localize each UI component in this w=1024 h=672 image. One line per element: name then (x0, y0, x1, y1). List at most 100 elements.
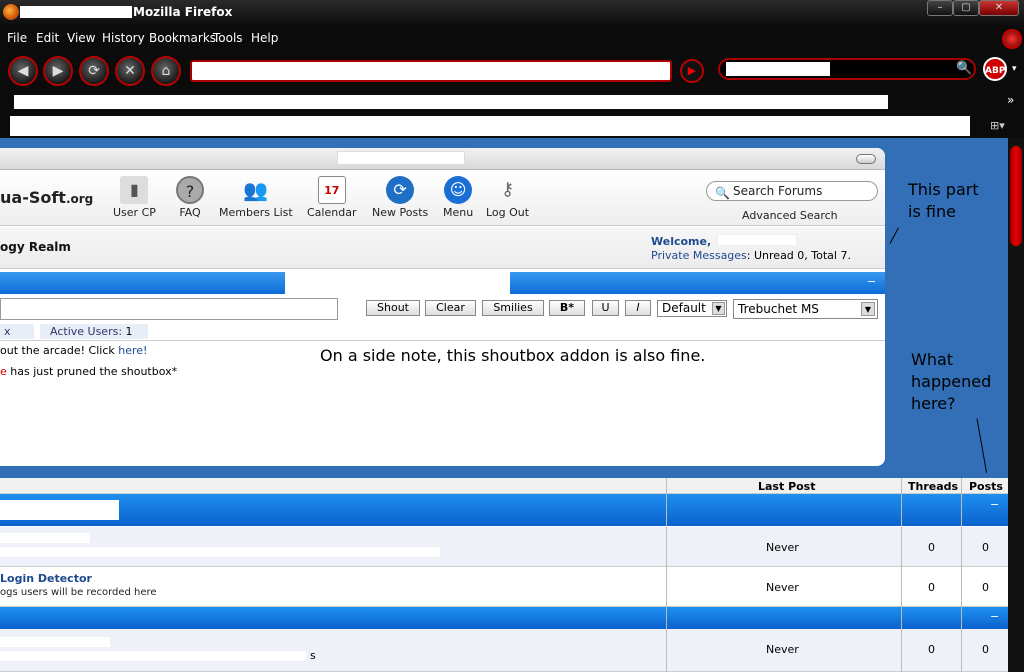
redacted-forum-desc (0, 651, 306, 661)
underline-button[interactable]: U (592, 300, 619, 316)
smilies-button[interactable]: Smilies (482, 300, 544, 316)
table-header (0, 478, 1008, 494)
table-row[interactable]: s (0, 629, 1008, 672)
forum-search-input[interactable]: 🔍 Search Forums (706, 181, 878, 201)
clear-button[interactable]: Clear (425, 300, 476, 316)
nav-user-cp[interactable]: ▮ User CP (113, 176, 156, 219)
home-button[interactable]: ⌂ (151, 56, 181, 86)
category-row[interactable]: − (0, 607, 1008, 629)
column-divider (901, 478, 902, 672)
shout-button[interactable]: Shout (366, 300, 420, 316)
web-search-input[interactable]: 🔍 (718, 58, 976, 80)
menu-history[interactable]: History (102, 31, 145, 45)
calendar-icon: 17 (317, 176, 346, 204)
nav-members-list[interactable]: 👥 Members List (219, 176, 293, 219)
table-row[interactable]: Login Detector ogs users will be recorde… (0, 567, 1008, 607)
maximize-button[interactable]: ▢ (953, 0, 979, 16)
menu-edit[interactable]: Edit (36, 31, 59, 45)
window-title: Mozilla Firefox (133, 5, 233, 19)
site-logo[interactable]: ua-Soft.org (0, 188, 93, 207)
arcade-link[interactable]: here! (118, 344, 147, 357)
new-tab-icon[interactable]: ⊞▾ (990, 119, 1005, 132)
italic-button[interactable]: I (625, 300, 651, 316)
font-select[interactable]: Trebuchet MS ▼ (733, 299, 878, 319)
shoutbox-tab-x[interactable]: x (0, 324, 34, 339)
forward-icon: ▶ (52, 63, 64, 79)
shoutbox-header-left (0, 272, 285, 294)
user-cp-icon: ▮ (120, 176, 149, 204)
nav-log-out[interactable]: ⚷ Log Out (486, 176, 529, 219)
collapse-icon[interactable]: − (867, 275, 876, 288)
pm-line: Private Messages: Unread 0, Total 7. (651, 249, 851, 262)
tab-active[interactable] (10, 116, 970, 136)
redacted-forum-desc (0, 547, 440, 557)
back-icon: ◀ (17, 63, 29, 79)
close-button[interactable]: ✕ (979, 0, 1019, 16)
menu-view[interactable]: View (67, 31, 95, 45)
shoutbox-header-right: − (510, 272, 885, 294)
logout-icon: ⚷ (500, 179, 515, 200)
collapse-icon[interactable]: − (990, 610, 999, 623)
url-bar[interactable] (190, 60, 672, 82)
go-button[interactable]: ▶ (680, 59, 704, 83)
menu-bookmarks[interactable]: Bookmarks (149, 31, 216, 45)
menu-icon: ☺ (444, 176, 473, 204)
size-select[interactable]: Default ▼ (657, 300, 727, 317)
column-divider (666, 478, 667, 672)
annotation-fine: This part is fine (908, 180, 979, 221)
nav-calendar[interactable]: 17 Calendar (307, 176, 356, 219)
redacted-username (717, 234, 797, 246)
forum-title-link[interactable]: Login Detector (0, 572, 92, 585)
adblock-button[interactable]: ABP (983, 57, 1007, 81)
search-icon[interactable]: 🔍 (956, 61, 972, 76)
private-messages-link[interactable]: Private Messages (651, 249, 747, 262)
shoutbox-tab-active-users[interactable]: Active Users: 1 (40, 324, 148, 339)
threads-cell: 0 (928, 643, 935, 656)
toggle-pill-button[interactable] (856, 154, 876, 164)
nav-menu[interactable]: ☺ Menu (443, 176, 473, 219)
search-icon: 🔍 (715, 186, 730, 200)
scrollbar-thumb[interactable] (1010, 146, 1022, 246)
redacted-forum-title (0, 637, 110, 647)
new-posts-icon: ⟳ (386, 176, 415, 204)
threads-cell: 0 (928, 581, 935, 594)
threads-cell: 0 (928, 541, 935, 554)
back-button[interactable]: ◀ (8, 56, 38, 86)
shout-input[interactable] (0, 298, 338, 320)
last-post-cell: Never (766, 643, 799, 656)
chevron-right-icon[interactable]: » (1007, 93, 1014, 107)
nav-faq[interactable]: ? FAQ (176, 176, 204, 219)
redacted-shoutbox-title (285, 272, 510, 294)
tab-bar: ⊞▾ (0, 114, 1024, 138)
table-row[interactable] (0, 527, 1008, 567)
minimize-button[interactable]: – (927, 0, 953, 16)
annotation-shoutbox: On a side note, this shoutbox addon is a… (320, 346, 706, 365)
forum-caption-bar (0, 148, 885, 170)
menu-help[interactable]: Help (251, 31, 278, 45)
posts-cell: 0 (982, 581, 989, 594)
redacted-category (0, 500, 119, 520)
reload-button[interactable]: ⟳ (79, 56, 109, 86)
chevron-down-icon: ▼ (861, 302, 875, 316)
collapse-icon[interactable]: − (990, 498, 999, 511)
stop-button[interactable]: ✕ (115, 56, 145, 86)
advanced-search-link[interactable]: Advanced Search (742, 209, 838, 222)
forum-desc-suffix: s (310, 649, 316, 662)
shout-message: e has just pruned the shoutbox* (0, 365, 178, 378)
search-placeholder: Search Forums (733, 184, 823, 198)
throbber-icon (1002, 29, 1022, 49)
redacted-caption (337, 151, 465, 165)
menu-tools[interactable]: Tools (213, 31, 243, 45)
posts-cell: 0 (982, 541, 989, 554)
posts-cell: 0 (982, 643, 989, 656)
redacted-title (20, 6, 132, 18)
reload-icon: ⟳ (88, 63, 100, 79)
bold-button[interactable]: B* (549, 300, 585, 316)
chevron-down-icon[interactable]: ▾ (1012, 64, 1017, 74)
category-row[interactable]: − (0, 494, 1008, 526)
forward-button[interactable]: ▶ (43, 56, 73, 86)
menu-file[interactable]: File (7, 31, 27, 45)
nav-new-posts[interactable]: ⟳ New Posts (372, 176, 428, 219)
last-post-cell: Never (766, 541, 799, 554)
window-titlebar: Mozilla Firefox – ▢ ✕ (0, 0, 1024, 26)
